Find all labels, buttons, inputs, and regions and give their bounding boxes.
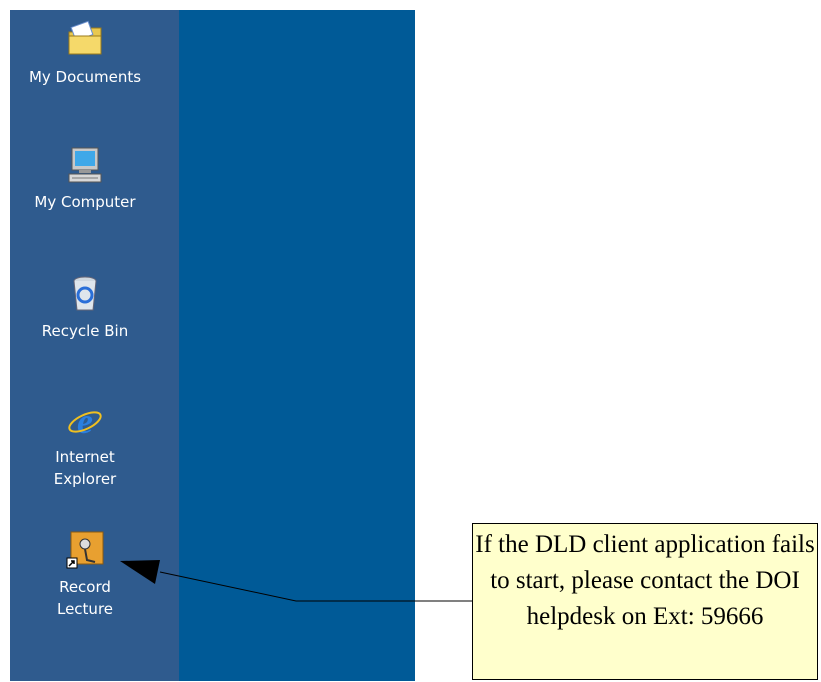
callout-text: If the DLD client application fails to s… bbox=[475, 531, 815, 630]
callout-note: If the DLD client application fails to s… bbox=[472, 523, 818, 680]
